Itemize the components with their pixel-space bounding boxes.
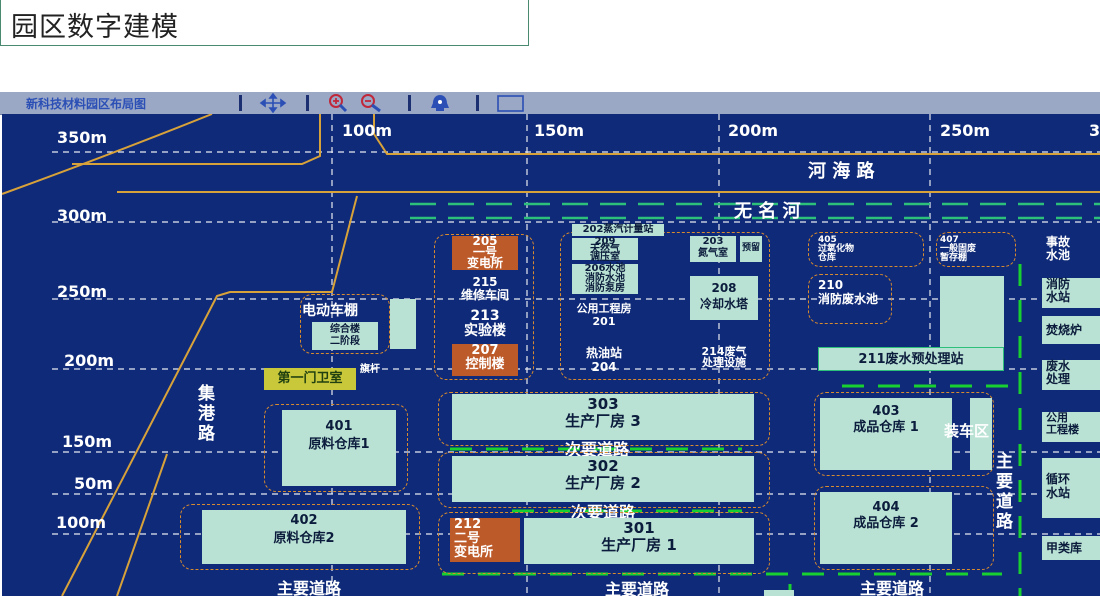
y-tick-label: 50m (74, 474, 113, 493)
rectangle-select-icon[interactable] (496, 93, 526, 113)
x-tick-label: 200m (728, 121, 779, 140)
accident-pool[interactable]: 事故 水池 (1042, 236, 1100, 266)
road-label-jigang: 集港路 (198, 384, 215, 444)
building-211[interactable]: 211废水预处理站 (818, 347, 1004, 371)
page-title-box: 园区数字建模 (0, 0, 529, 46)
class-a-warehouse[interactable]: 甲类库 (1042, 536, 1100, 560)
ev-shed-label: 电动车棚 (302, 303, 358, 319)
building-204[interactable]: 热油站 204 (570, 346, 638, 376)
move-icon[interactable] (258, 93, 288, 113)
x-tick-label: 3 (1089, 121, 1100, 140)
zoom-in-icon[interactable] (326, 93, 350, 113)
ev-shed[interactable] (390, 299, 416, 349)
building-215[interactable]: 215 维修车间 (452, 276, 518, 305)
building-401[interactable]: 401 原料仓库1 (282, 410, 396, 486)
building-214[interactable]: 214废气 处理设施 (690, 346, 758, 376)
road-label-hehai: 河 海 路 (808, 161, 875, 182)
y-tick-label: 150m (62, 432, 113, 451)
building-202[interactable]: 202蒸汽计量站 (572, 224, 664, 236)
building-213[interactable]: 213 实验楼 (452, 309, 518, 341)
gate-house[interactable]: 第一门卫室 (264, 368, 356, 390)
incinerator[interactable]: 焚烧炉 (1042, 316, 1100, 344)
road-label-main: 主要道路 (605, 580, 670, 596)
toolbar-separator (476, 95, 479, 111)
circulating-water-station[interactable]: 循环 水站 (1042, 458, 1100, 518)
x-tick-label: 250m (940, 121, 991, 140)
building-212[interactable]: 212 二号 变电所 (450, 518, 520, 562)
map-title: 新科技材料园区布局图 (26, 97, 147, 111)
river-label: 无 名 河 (734, 201, 801, 222)
building-207[interactable]: 207 控制楼 (452, 344, 518, 376)
y-tick-label: 200m (64, 351, 115, 370)
building-206[interactable]: 206水池 消防水池 消防泵房 (572, 264, 638, 294)
page-title: 园区数字建模 (11, 12, 179, 43)
building-203[interactable]: 203 氮气室 (690, 236, 736, 262)
utility-building[interactable]: 公用 工程楼 (1042, 412, 1100, 442)
building-303[interactable]: 303 生产厂房 3 (452, 394, 754, 440)
building-partial[interactable] (764, 590, 794, 596)
loading-area-label: 装车区 (944, 422, 990, 440)
building-211-tower[interactable] (940, 276, 1004, 348)
fire-water-station[interactable]: 消防 水站 (1042, 278, 1100, 308)
complex-building[interactable]: 综合楼 二阶段 (312, 322, 378, 350)
building-205[interactable]: 205 一号 变电所 (452, 235, 518, 270)
building-201[interactable]: 公用工程房 201 (570, 302, 638, 330)
locate-icon[interactable] (428, 93, 452, 113)
building-404[interactable]: 404 成品仓库 2 (820, 492, 952, 564)
y-tick-label: 350m (57, 128, 108, 147)
building-405[interactable]: 405 过氧化物 仓库 (818, 236, 886, 264)
waste-water-treatment[interactable]: 废水 处理 (1042, 360, 1100, 390)
flagpole-label: 旗杆 (360, 364, 380, 375)
building-403[interactable]: 403 成品仓库 1 (820, 398, 952, 470)
park-layout-map[interactable]: 350m 300m 250m 200m 150m 50m 100m 100m 1… (2, 114, 1100, 596)
y-tick-label: 100m (56, 513, 107, 532)
road-label-main: 主要道路 (860, 579, 925, 596)
road-label-main: 主要道路 (277, 579, 342, 596)
road-label-main-vertical: 主要道路 (996, 452, 1013, 532)
toolbar-separator (408, 95, 411, 111)
building-402[interactable]: 402 原料仓库2 (202, 510, 406, 564)
building-209[interactable]: 209 天然气 调压室 (572, 237, 638, 263)
map-toolbar: 新科技材料园区布局图 (0, 92, 1100, 115)
y-tick-label: 300m (57, 206, 108, 225)
toolbar-separator (306, 95, 309, 111)
building-301[interactable]: 301 生产厂房 1 (524, 518, 754, 564)
building-407[interactable]: 407 一般固废 暂存棚 (940, 236, 1008, 264)
building-210[interactable]: 210 消防废水池 (818, 278, 886, 322)
toolbar-separator (239, 95, 242, 111)
y-tick-label: 250m (57, 282, 108, 301)
x-tick-label: 100m (342, 121, 393, 140)
building-203-reserved[interactable]: 预留 (740, 236, 762, 262)
zoom-out-icon[interactable] (358, 93, 386, 113)
building-208[interactable]: 208 冷却水塔 (690, 276, 758, 320)
building-302[interactable]: 302 生产厂房 2 (452, 456, 754, 502)
x-tick-label: 150m (534, 121, 585, 140)
